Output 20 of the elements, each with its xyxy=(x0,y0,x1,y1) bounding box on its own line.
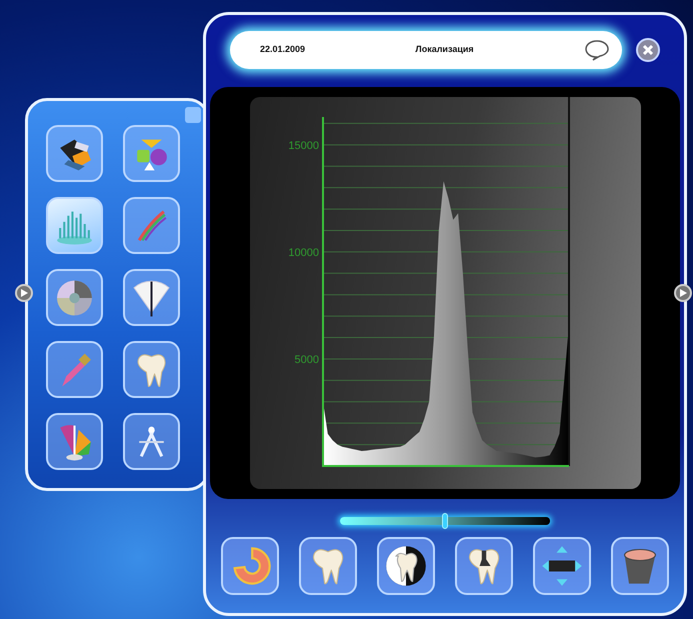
tooth-contrast-icon xyxy=(384,543,428,589)
close-icon xyxy=(642,44,654,56)
window-title: Локализация xyxy=(414,43,475,56)
close-button[interactable] xyxy=(636,38,660,62)
tool-button[interactable] xyxy=(533,537,591,595)
tool-button[interactable] xyxy=(377,537,435,595)
play-arrow-icon xyxy=(19,288,29,298)
tool-button[interactable] xyxy=(123,269,180,326)
tool-button[interactable] xyxy=(123,413,180,470)
slider-thumb[interactable] xyxy=(442,513,448,529)
date-label: 22.01.2009 xyxy=(260,43,306,56)
y-tick-label: 10000 xyxy=(288,246,318,259)
y-tick-label: 15000 xyxy=(288,140,318,152)
tool-button[interactable] xyxy=(46,125,103,182)
expand-button[interactable] xyxy=(15,284,33,302)
tool-button[interactable] xyxy=(455,537,513,595)
y-tick-label: 5000 xyxy=(294,354,318,366)
expand-button[interactable] xyxy=(674,284,692,302)
speech-bubble-icon[interactable] xyxy=(584,39,610,61)
play-arrow-icon xyxy=(678,288,688,298)
